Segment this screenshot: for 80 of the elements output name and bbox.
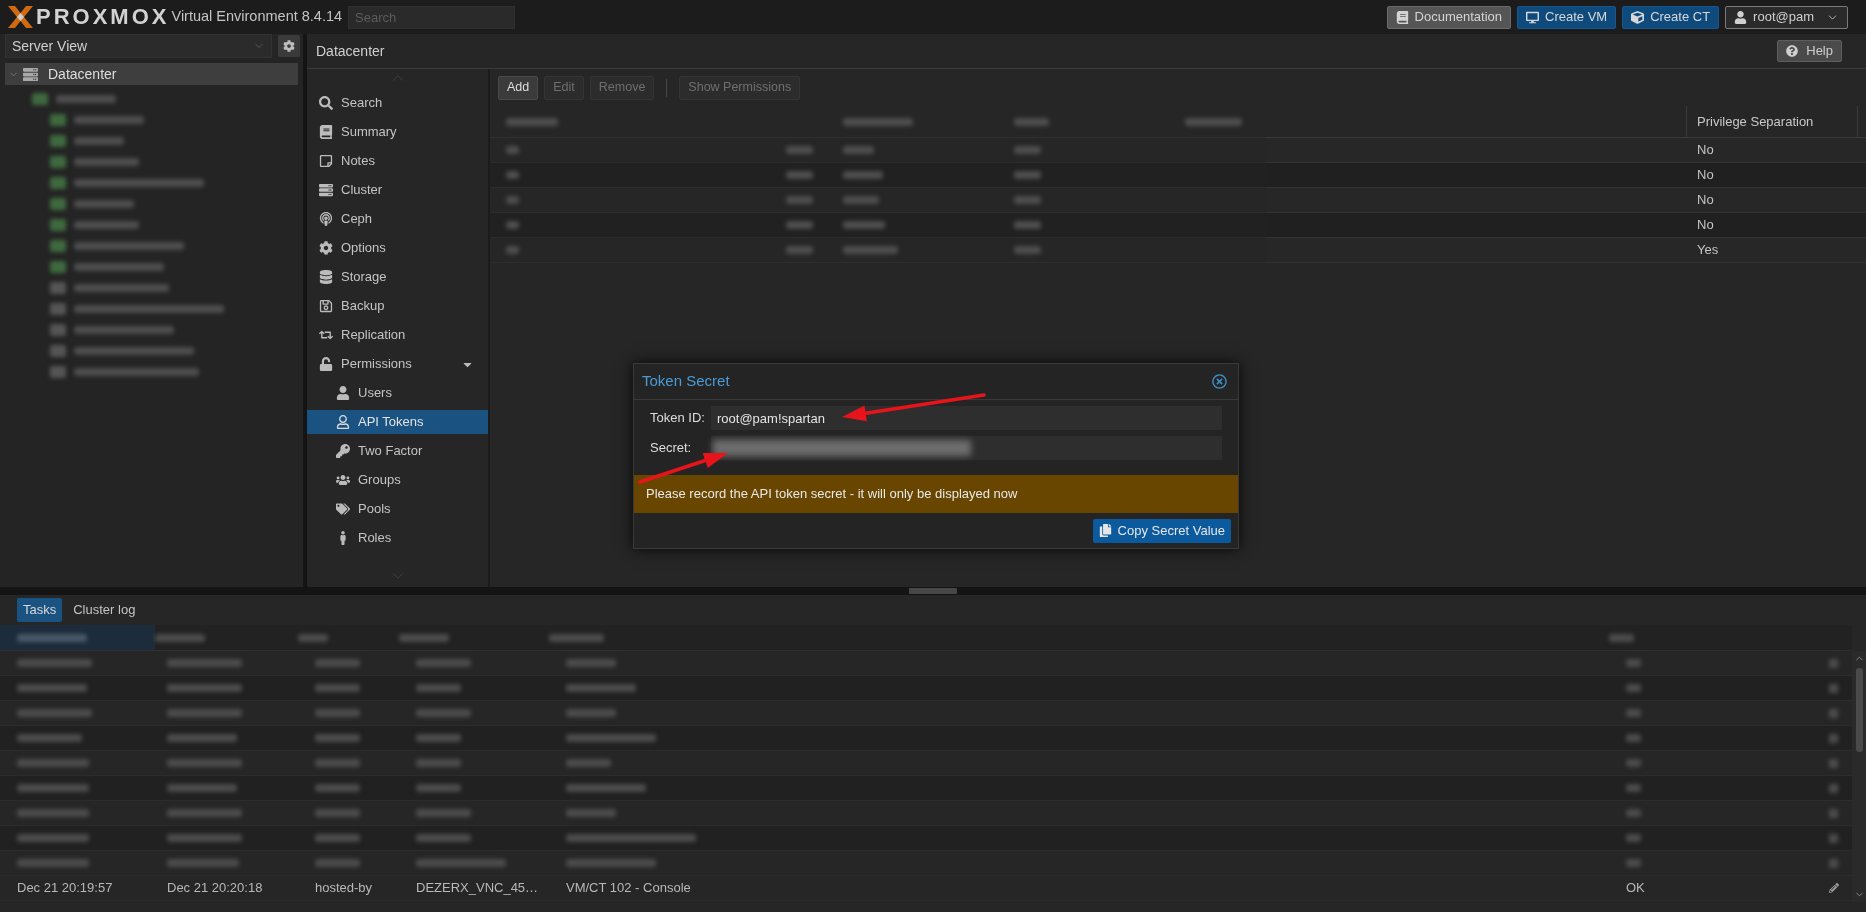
panel-title: Datacenter	[316, 41, 385, 61]
gear-icon	[283, 40, 295, 52]
table-row[interactable]: Dec 21 20:19:57 Dec 21 20:20:18 hosted-by DEZERX_VNC_45… VM/CT 102 - Console OK	[0, 876, 1852, 901]
table-cell: VM/CT 102 - Console	[566, 880, 691, 896]
table-cell-text: No	[1696, 191, 1715, 210]
user-menu-button[interactable]: root@pam	[1725, 5, 1848, 29]
repeat-arrows-icon	[318, 328, 333, 342]
pencil-icon[interactable]	[1829, 883, 1839, 893]
tree-item[interactable]: Datacenter	[5, 63, 298, 85]
nav-item[interactable]: API Tokens	[307, 410, 488, 434]
table-row[interactable]: No	[1266, 163, 1866, 188]
key-icon	[335, 444, 350, 458]
table-row[interactable]: No	[1266, 213, 1866, 238]
table-cell-text: No	[1696, 166, 1715, 185]
open-padlock-icon	[318, 357, 333, 371]
product-version: Virtual Environment 8.4.14	[171, 7, 343, 27]
nav-item[interactable]: Roles	[307, 526, 488, 550]
logo-icon	[8, 6, 33, 28]
table-cell-text: Yes	[1696, 241, 1720, 260]
user-icon	[335, 386, 350, 400]
secret-field[interactable]	[711, 436, 1222, 460]
nav-item[interactable]: Search	[307, 91, 488, 115]
tab[interactable]: Tasks	[17, 598, 63, 622]
table-cell: DEZERX_VNC_45…	[416, 880, 539, 896]
nav-item[interactable]: Permissions	[307, 352, 488, 376]
toolbar-button[interactable]: Add	[498, 75, 539, 100]
view-selector[interactable]: Server View	[5, 34, 272, 58]
user-outline-icon	[335, 415, 350, 429]
nav-item[interactable]: Groups	[307, 468, 488, 492]
warning-message: Please record the API token secret - it will only be displayed now	[634, 475, 1238, 513]
help-button[interactable]: Help	[1777, 40, 1842, 62]
header-button[interactable]: Documentation	[1386, 5, 1511, 29]
table-cell-text: No	[1696, 216, 1715, 235]
table-cell: Dec 21 20:20:18	[167, 880, 263, 896]
server-icon	[318, 183, 333, 197]
nav-item[interactable]: Storage	[307, 265, 488, 289]
nav-item[interactable]: Cluster	[307, 178, 488, 202]
tab[interactable]: Cluster log	[67, 598, 142, 622]
database-icon	[318, 270, 333, 284]
nav-item[interactable]: Backup	[307, 294, 488, 318]
scrollbar-thumb[interactable]	[1855, 668, 1863, 752]
nav-item[interactable]: Replication	[307, 323, 488, 347]
broadcast-icon	[318, 212, 333, 226]
splitter-handle[interactable]	[909, 588, 957, 594]
gear-icon	[318, 241, 333, 255]
settings-button[interactable]	[278, 35, 300, 57]
server-icon	[23, 66, 38, 82]
table-cell: hosted-by	[315, 880, 373, 896]
logo-text: PROXMOX	[36, 6, 170, 28]
copy-secret-button[interactable]: Copy Secret Value	[1092, 518, 1231, 543]
nav-item[interactable]: Summary	[307, 120, 488, 144]
table-cell: Dec 21 20:19:57	[17, 880, 113, 896]
monitor-icon	[1526, 10, 1539, 24]
field-label: Token ID:	[650, 409, 706, 428]
nav-item[interactable]: Notes	[307, 149, 488, 173]
text-field[interactable]: root@pam!spartan	[711, 406, 1222, 430]
nav-item[interactable]: Ceph	[307, 207, 488, 231]
field-label: Secret:	[650, 439, 693, 458]
dialog-title: Token Secret	[642, 371, 730, 392]
table-cell-text: No	[1696, 141, 1715, 160]
tags-icon	[335, 502, 350, 516]
cube-icon	[1631, 10, 1645, 24]
nav-item[interactable]: Users	[307, 381, 488, 405]
close-icon[interactable]	[1212, 374, 1227, 389]
header-button[interactable]: Create VM	[1517, 5, 1617, 29]
users-icon	[335, 473, 350, 487]
table-cell: OK	[1626, 880, 1645, 896]
nav-item[interactable]: Two Factor	[307, 439, 488, 463]
copy-icon	[1098, 524, 1112, 537]
user-icon	[1734, 10, 1748, 24]
search-icon	[318, 96, 333, 110]
note-icon	[318, 154, 333, 168]
scrollbar[interactable]	[1852, 651, 1866, 902]
book-icon	[318, 125, 333, 139]
book-icon	[1395, 10, 1409, 24]
column-header[interactable]: Privilege Separation	[1687, 106, 1858, 137]
nav-item[interactable]: Pools	[307, 497, 488, 521]
help-icon	[1786, 45, 1799, 57]
header-button[interactable]: Create CT	[1622, 5, 1720, 29]
nav-item[interactable]: Options	[307, 236, 488, 260]
